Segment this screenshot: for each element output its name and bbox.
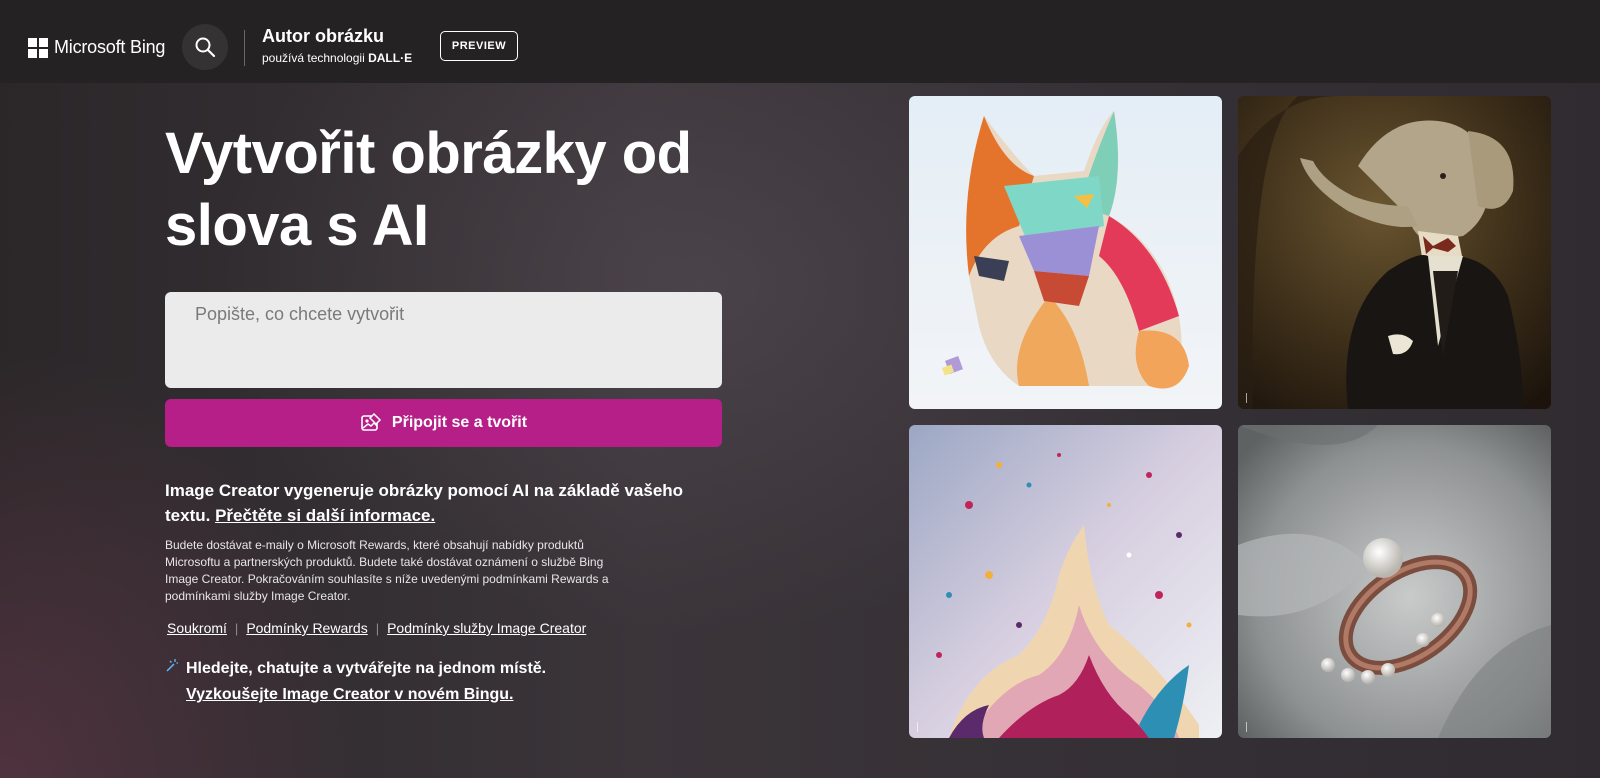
gallery-image-ring[interactable] (1238, 425, 1551, 738)
promo-line: Hledejte, chatujte a vytvářejte na jedno… (186, 660, 547, 677)
app-title-block: Autor obrázku používá technologii DALL·E (262, 26, 412, 65)
gallery-image-paper-fox[interactable] (909, 96, 1222, 409)
join-and-create-label: Připojit se a tvořit (391, 414, 528, 431)
link-separator: | (234, 620, 239, 636)
brand-name: Microsoft Bing (54, 37, 166, 57)
legal-text: Budete dostávat e-maily o Microsoft Rewa… (165, 538, 609, 603)
link-separator: | (375, 620, 380, 636)
app-subtitle-prefix: používá technologii (262, 51, 365, 65)
privacy-link[interactable]: Soukromí (167, 620, 227, 636)
app-subtitle: používá technologii DALL·E (262, 51, 412, 65)
image-creator-terms-link[interactable]: Podmínky služby Image Creator (387, 620, 586, 636)
rewards-terms-link[interactable]: Podmínky Rewards (246, 620, 367, 636)
paper-fox-image (909, 96, 1222, 409)
app-title: Autor obrázku (262, 26, 385, 46)
info-text: Image Creator vygeneruje obrázky pomocí … (165, 478, 705, 528)
search-icon (195, 37, 216, 58)
watermark-icon (1246, 722, 1255, 732)
bing-logo[interactable]: Microsoft Bing (28, 37, 165, 58)
gallery-image-elephant[interactable] (1238, 96, 1551, 409)
new-bing-promo: Hledejte, chatujte a vytvářejte na jedno… (166, 656, 546, 708)
prompt-input[interactable] (165, 292, 722, 388)
learn-more-link[interactable]: Přečtěte si další informace. (215, 506, 435, 525)
pearl-ring-image (1238, 425, 1551, 738)
microsoft-logo-icon (28, 37, 48, 58)
paint-splash-image (909, 425, 1222, 738)
footer-links: Soukromí | Podmínky Rewards | Podmínky s… (167, 620, 586, 636)
app-subtitle-tech: DALL·E (368, 51, 413, 65)
watermark-icon (1246, 393, 1255, 403)
promo-text: Hledejte, chatujte a vytvářejte na jedno… (186, 656, 546, 708)
sparkle-icon (166, 659, 178, 672)
try-new-bing-link[interactable]: Vyzkoušejte Image Creator v novém Bingu. (186, 682, 546, 708)
image-create-icon (361, 412, 381, 431)
gallery-image-splash[interactable] (909, 425, 1222, 738)
search-button[interactable] (182, 24, 228, 70)
headline-line-1: Vytvořit obrázky od (165, 121, 692, 186)
join-and-create-button[interactable]: Připojit se a tvořit (165, 399, 722, 447)
header-divider (244, 30, 245, 66)
preview-badge-button[interactable]: PREVIEW (440, 31, 518, 61)
watermark-icon (917, 722, 926, 732)
headline-line-2: slova s AI (165, 193, 429, 258)
page-headline: Vytvořit obrázky od slova s AI (165, 118, 765, 262)
top-header: Microsoft Bing Autor obrázku používá tec… (0, 0, 1600, 83)
elephant-in-suit-image (1238, 96, 1551, 409)
